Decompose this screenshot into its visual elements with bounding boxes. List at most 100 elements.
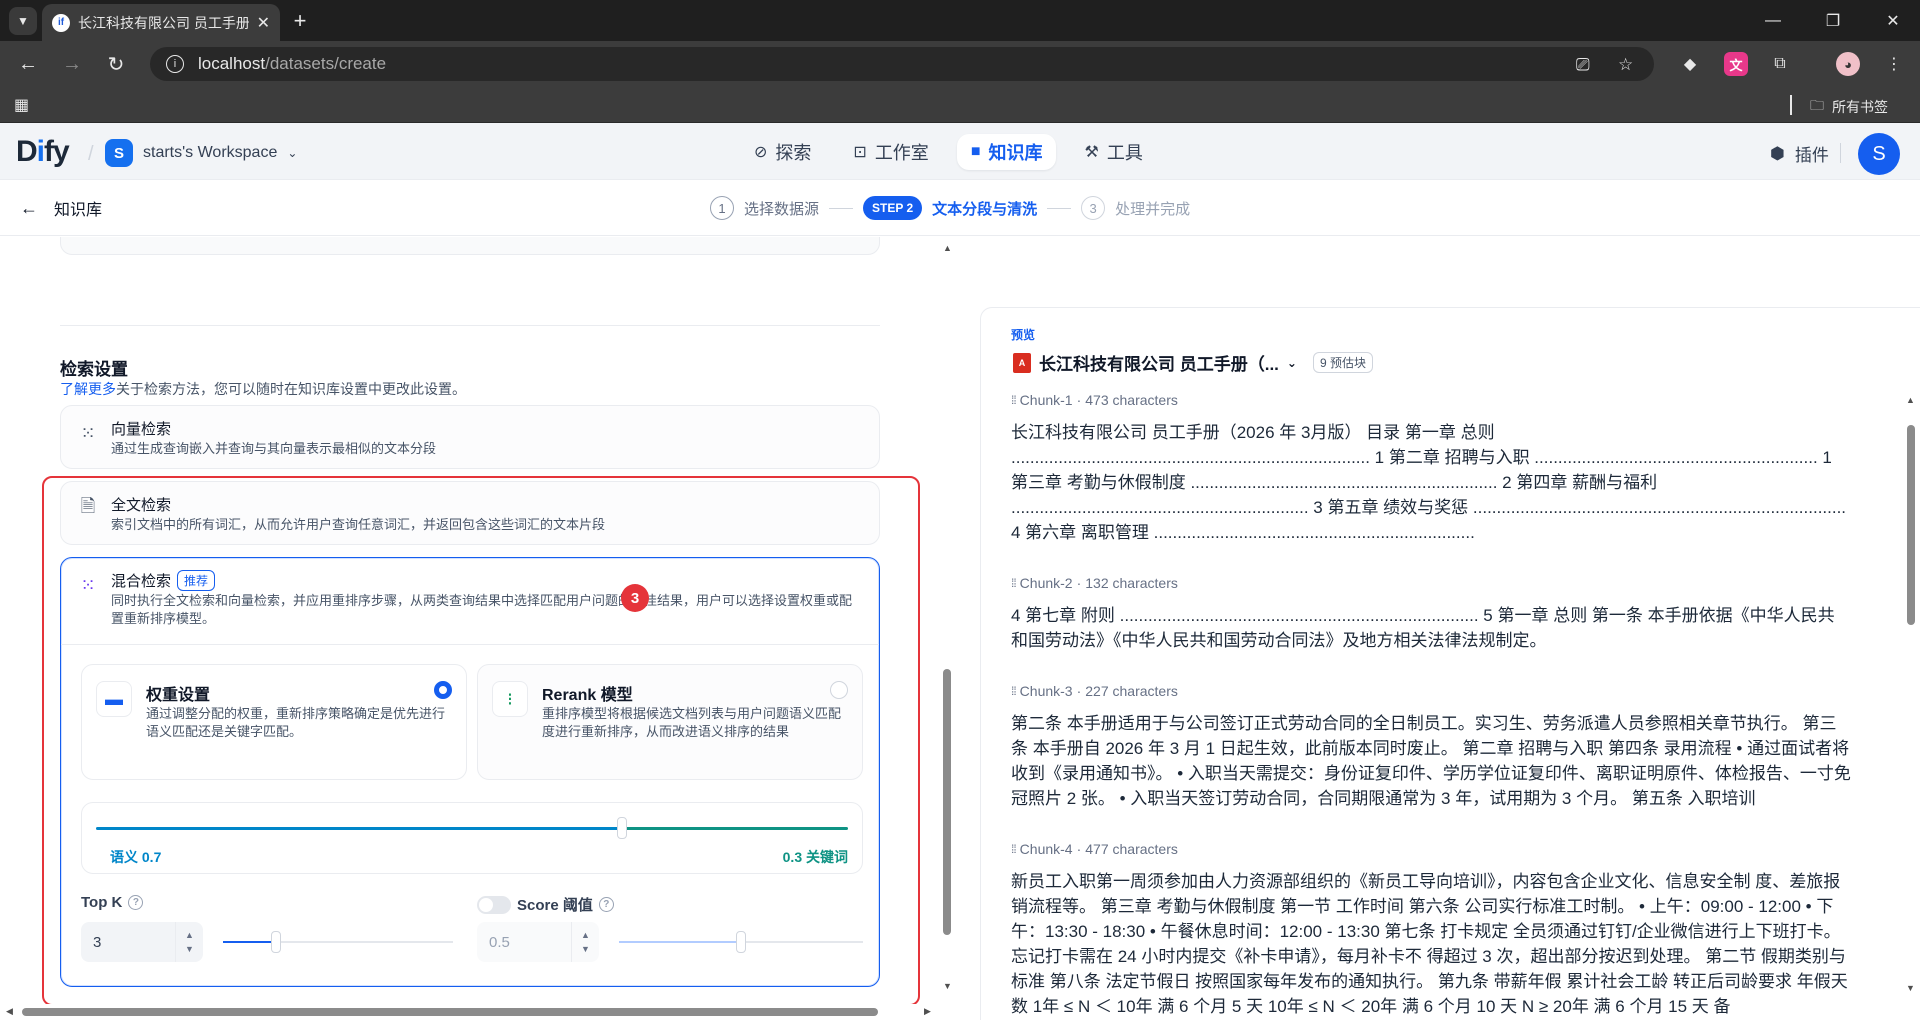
chevron-down-icon: ⌄: [287, 146, 298, 160]
extension-icon[interactable]: ◆: [1678, 52, 1702, 76]
scroll-down-icon[interactable]: ▼: [1906, 983, 1915, 993]
weight-slider-thumb[interactable]: [617, 817, 628, 839]
back-to-knowledge[interactable]: ← 知识库: [20, 196, 102, 220]
close-window-button[interactable]: ✕: [1880, 8, 1906, 34]
rerank-model-title: Rerank 模型: [542, 687, 633, 704]
close-icon[interactable]: ✕: [257, 13, 270, 33]
bookmark-bar: ▦ 🗀 所有书签: [0, 87, 1920, 123]
chunk-header: ⁞⁞ Chunk-3 · 227 characters: [1011, 683, 1851, 699]
workspace-switcher[interactable]: S starts's Workspace ⌄: [105, 139, 297, 167]
scroll-right-icon[interactable]: ▶: [924, 1006, 931, 1017]
settings-vertical-scrollbar[interactable]: ▲ ▼: [940, 237, 954, 1020]
rerank-model-radio[interactable]: [830, 681, 848, 699]
top-k-input[interactable]: 3 ▲ ▼: [81, 922, 203, 962]
apps-grid-icon[interactable]: ▦: [14, 95, 29, 115]
fulltext-search-desc: 索引文档中的所有词汇，从而允许用户查询任意词汇，并返回包含这些词汇的文本片段: [111, 517, 606, 532]
preview-document-selector[interactable]: A 长江科技有限公司 员工手册（... ⌄ 9 预估块: [1013, 350, 1373, 375]
more-menu-icon[interactable]: ⋮: [1882, 52, 1906, 76]
header-divider: [1840, 143, 1841, 163]
score-threshold-slider[interactable]: [619, 931, 863, 953]
chevron-up-icon: ▲: [581, 930, 590, 940]
nav-knowledge-label: 知识库: [988, 143, 1043, 163]
chunk-id: Chunk-2: [1019, 575, 1073, 591]
dify-logo[interactable]: Dify: [16, 135, 70, 169]
weighted-score-card[interactable]: ▬ 权重设置 通过调整分配的权重，重新排序策略确定是优先进行语义匹配还是关键字匹…: [81, 664, 467, 780]
translate-extension-icon[interactable]: 文: [1724, 52, 1748, 76]
scrollbar-thumb[interactable]: [22, 1008, 878, 1016]
preview-vertical-scrollbar[interactable]: ▲ ▼: [1904, 395, 1918, 1000]
top-k-slider[interactable]: [223, 931, 453, 953]
all-bookmarks[interactable]: 🗀 所有书签: [1810, 95, 1888, 119]
reload-button[interactable]: ↻: [102, 50, 130, 78]
chevron-down-icon: ▼: [185, 944, 194, 954]
browser-tab[interactable]: if 长江科技有限公司 员工手册（2 ✕: [42, 4, 280, 41]
settings-horizontal-scrollbar[interactable]: ◀ ▶: [0, 1004, 945, 1020]
score-threshold-stepper[interactable]: ▲ ▼: [571, 922, 599, 962]
score-threshold-input[interactable]: 0.5 ▲ ▼: [477, 922, 599, 962]
restore-button[interactable]: ❐: [1820, 8, 1846, 34]
back-button[interactable]: ←: [14, 50, 42, 78]
robot-icon: ⊡: [853, 144, 867, 161]
minimize-button[interactable]: —: [1760, 8, 1786, 34]
chunk-char-count: 227 characters: [1085, 683, 1178, 699]
scroll-down-icon[interactable]: ▼: [943, 981, 952, 991]
step-3-number: 3: [1081, 196, 1106, 220]
fulltext-search-title: 全文检索: [111, 494, 171, 515]
top-k-slider-thumb[interactable]: [270, 931, 281, 953]
score-threshold-slider-fill: [619, 941, 741, 943]
forward-button[interactable]: →: [58, 50, 86, 78]
top-k-stepper[interactable]: ▲ ▼: [175, 922, 203, 962]
vector-search-option[interactable]: ⁙ 向量检索 通过生成查询嵌入并查询与其向量表示最相似的文本分段: [60, 405, 880, 469]
scrollbar-thumb[interactable]: [1907, 425, 1915, 625]
help-icon[interactable]: ?: [598, 897, 614, 912]
rerank-model-card[interactable]: ⁝ Rerank 模型 重排序模型将根据候选文档列表与用户问题语义匹配度进行重新…: [477, 664, 863, 780]
score-threshold-slider-thumb[interactable]: [736, 931, 746, 953]
tab-search-button[interactable]: ▼: [9, 7, 37, 35]
nav-explore[interactable]: ⊘ 探索: [740, 134, 825, 170]
install-app-icon[interactable]: ⎚: [1576, 55, 1590, 75]
nav-studio[interactable]: ⊡ 工作室: [839, 134, 942, 170]
weight-slider-track[interactable]: [96, 827, 848, 830]
vector-search-desc: 通过生成查询嵌入并查询与其向量表示最相似的文本分段: [111, 441, 437, 456]
retrieval-settings-title: 检索设置: [60, 360, 128, 379]
create-dataset-subheader: ← 知识库 1 选择数据源 STEP 2 文本分段与清洗 3 处理并完成: [0, 180, 1920, 236]
chevron-down-icon: ▼: [581, 944, 590, 954]
preview-label: 预览: [1011, 328, 1036, 342]
nav-knowledge[interactable]: ■ 知识库: [956, 134, 1057, 170]
dify-favicon-icon: if: [52, 13, 70, 32]
hybrid-divider: [61, 644, 879, 645]
weighted-score-radio[interactable]: [434, 681, 452, 699]
weight-slider-box: 语义 0.7 0.3 关键词: [81, 802, 863, 874]
grip-icon: ⁞⁞: [1011, 576, 1017, 590]
address-bar[interactable]: i localhost/datasets/create ⎚ ☆: [150, 47, 1654, 81]
help-icon[interactable]: ?: [128, 895, 144, 910]
chunk-id: Chunk-1: [1019, 392, 1073, 408]
step-3-label: 处理并完成: [1115, 200, 1191, 218]
chunk-preview-pane: 预览 A 长江科技有限公司 员工手册（... ⌄ 9 预估块 ⁞⁞ Chunk-1…: [980, 307, 1920, 1020]
back-label: 知识库: [54, 202, 103, 219]
plus-icon: +: [293, 8, 307, 33]
new-tab-button[interactable]: +: [286, 7, 314, 35]
learn-more-link[interactable]: 了解更多: [60, 381, 116, 397]
chunk-id: Chunk-3: [1019, 683, 1073, 699]
grip-icon: ⁞⁞: [1011, 393, 1017, 407]
info-icon[interactable]: i: [166, 55, 184, 73]
profile-avatar[interactable]: ◕: [1836, 52, 1860, 76]
chunk-separator: ·: [1076, 841, 1082, 857]
nav-tools-label: 工具: [1106, 143, 1143, 163]
score-threshold-toggle[interactable]: [477, 895, 511, 914]
top-k-label-text: Top K: [81, 894, 123, 911]
nav-tools[interactable]: ⚒ 工具: [1070, 134, 1156, 170]
puzzle-icon[interactable]: ⧉: [1768, 52, 1792, 76]
scroll-up-icon[interactable]: ▲: [943, 243, 952, 253]
user-avatar[interactable]: S: [1858, 133, 1900, 175]
hybrid-search-option[interactable]: ⁙ 混合检索 推荐 同时执行全文检索和向量检索，并应用重排序步骤，从两类查询结果…: [60, 557, 880, 987]
plugins-button[interactable]: ⬢ 插件: [1770, 141, 1829, 166]
scrollbar-thumb[interactable]: [943, 669, 951, 935]
scroll-left-icon[interactable]: ◀: [6, 1006, 13, 1017]
chunk-item: ⁞⁞ Chunk-4 · 477 characters 新员工入职第一周须参加由人力资…: [1011, 841, 1851, 1019]
fulltext-search-option[interactable]: 🗎 全文检索 索引文档中的所有词汇，从而允许用户查询任意词汇，并返回包含这些词汇…: [60, 481, 880, 545]
star-icon[interactable]: ☆: [1618, 55, 1633, 75]
scroll-up-icon[interactable]: ▲: [1906, 395, 1915, 405]
chunk-item: ⁞⁞ Chunk-3 · 227 characters 第二条 本手册适用于与公司签订…: [1011, 683, 1851, 811]
